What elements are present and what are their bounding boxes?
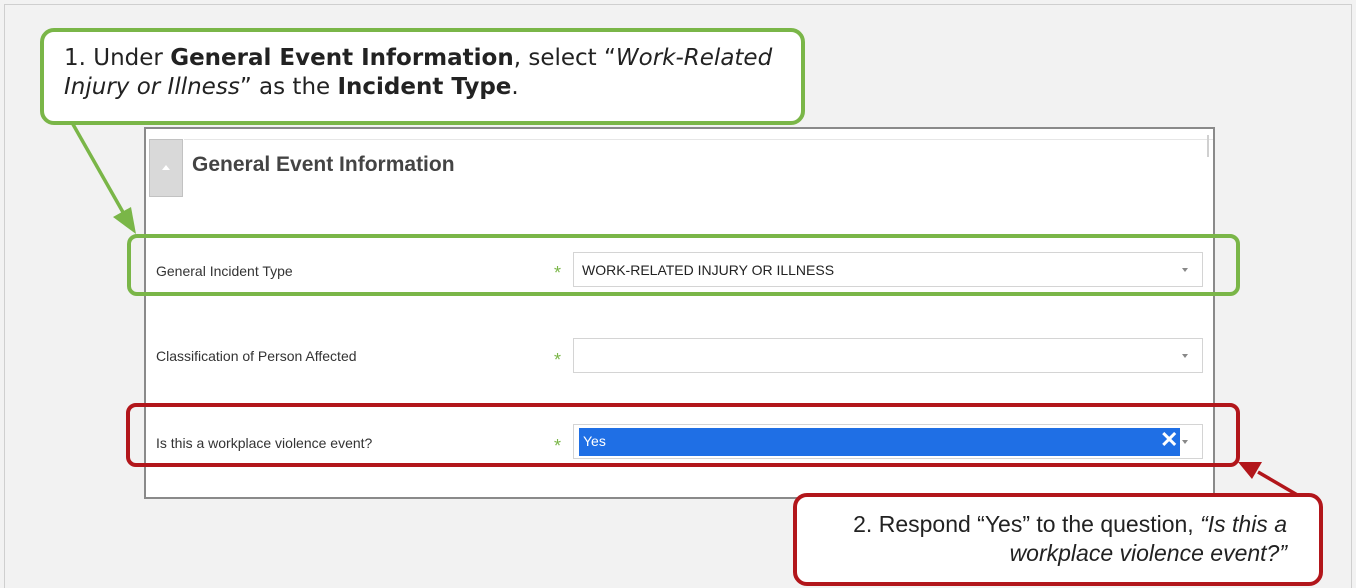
callout-text-part: .	[511, 73, 519, 100]
step-number: 1.	[64, 45, 86, 71]
callout-text-part: , select “	[513, 45, 616, 71]
callout-step-1-text: 1. Under General Event Information, sele…	[64, 44, 799, 102]
callout-text-part: Respond “Yes” to the question,	[878, 511, 1201, 537]
callout-step-1: 1. Under General Event Information, sele…	[40, 28, 805, 125]
callout-step-2: 2. Respond “Yes” to the question, “Is th…	[793, 493, 1323, 586]
callout-step-2-text: 2. Respond “Yes” to the question, “Is th…	[817, 510, 1287, 568]
callout-text-part: ” as the	[239, 73, 338, 100]
step-number: 2.	[853, 511, 873, 537]
green-arrow	[64, 111, 136, 234]
callout-emphasis: Incident Type	[337, 73, 512, 100]
callout-emphasis: General Event Information	[170, 45, 514, 71]
callout-text-part: Under	[93, 45, 171, 71]
